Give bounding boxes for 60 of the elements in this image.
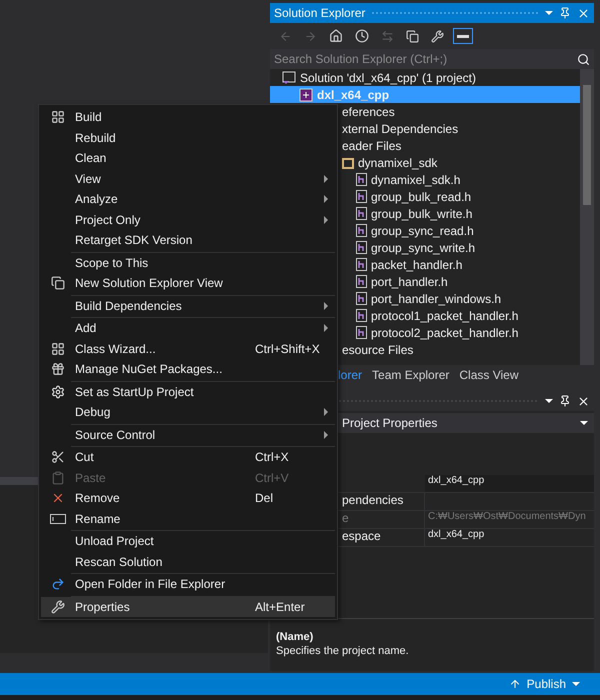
upload-icon (508, 678, 521, 690)
file-icon (356, 258, 367, 271)
wrench-icon (51, 600, 65, 614)
scrollbar[interactable] (580, 69, 594, 365)
rename-icon (50, 514, 66, 524)
caret-icon[interactable] (580, 420, 588, 426)
description-text: Specifies the project name. (276, 645, 410, 657)
publish-button[interactable]: Publish (502, 676, 586, 692)
panel-tab[interactable]: Team Explorer (372, 368, 450, 382)
file-icon (356, 241, 367, 254)
submenu-arrow-icon (323, 174, 329, 183)
build-icon (51, 110, 65, 124)
menu-item[interactable]: Class Wizard... Ctrl+Shift+X (41, 338, 335, 359)
submenu-arrow-icon (323, 408, 329, 416)
project-icon (299, 88, 313, 102)
pin-icon[interactable] (559, 395, 571, 407)
tree-row[interactable]: Solution 'dxl_x64_cpp' (1 project) (270, 69, 580, 86)
dropdown-icon[interactable] (545, 398, 553, 404)
wizard-icon (51, 342, 65, 356)
cut-icon (51, 450, 65, 464)
windows-icon (51, 276, 65, 290)
wrench-icon[interactable] (431, 30, 444, 42)
file-icon (356, 275, 367, 288)
submenu-arrow-icon (323, 195, 329, 204)
menu-item[interactable]: Rescan Solution (41, 552, 335, 572)
menu-item[interactable]: Properties Alt+Enter (41, 596, 335, 617)
home-icon[interactable] (329, 29, 343, 43)
paste-icon (51, 470, 65, 485)
submenu-arrow-icon (323, 324, 329, 332)
submenu-arrow-icon (323, 216, 329, 224)
file-icon (356, 207, 367, 220)
menu-item[interactable]: Cut Ctrl+X (41, 447, 335, 468)
package-icon (51, 362, 65, 376)
solution-icon (282, 70, 296, 84)
menu-item[interactable]: Rebuild (41, 128, 335, 148)
folder-icon (342, 156, 354, 168)
file-icon (356, 326, 367, 339)
settings-icon (51, 384, 65, 399)
menu-item[interactable]: Set as StartUp Project (41, 382, 335, 402)
panel-tab[interactable]: lorer (338, 368, 362, 382)
clock-icon[interactable] (355, 29, 369, 43)
redo-arrow-icon (51, 577, 65, 592)
property-value[interactable]: dxl_x64_cpp (425, 475, 594, 492)
file-icon (356, 224, 367, 237)
panel-title: Solution Explorer (274, 6, 366, 20)
submenu-arrow-icon (323, 430, 329, 439)
file-icon (356, 292, 367, 305)
close-icon[interactable] (577, 394, 590, 408)
description-title: (Name) (276, 631, 314, 643)
file-icon (356, 190, 367, 203)
menu-item[interactable]: Open Folder in File Explorer (41, 574, 335, 594)
menu-item[interactable]: Manage NuGet Packages... (41, 359, 335, 380)
panel-tab[interactable]: Class View (459, 368, 519, 382)
file-icon (356, 173, 367, 186)
file-icon (356, 309, 367, 322)
property-value[interactable]: dxl_x64_cpp (425, 529, 594, 546)
menu-item[interactable]: Build (41, 107, 335, 128)
submenu-arrow-icon (323, 302, 329, 310)
search-icon[interactable] (577, 52, 590, 66)
windows-icon[interactable] (406, 30, 419, 42)
